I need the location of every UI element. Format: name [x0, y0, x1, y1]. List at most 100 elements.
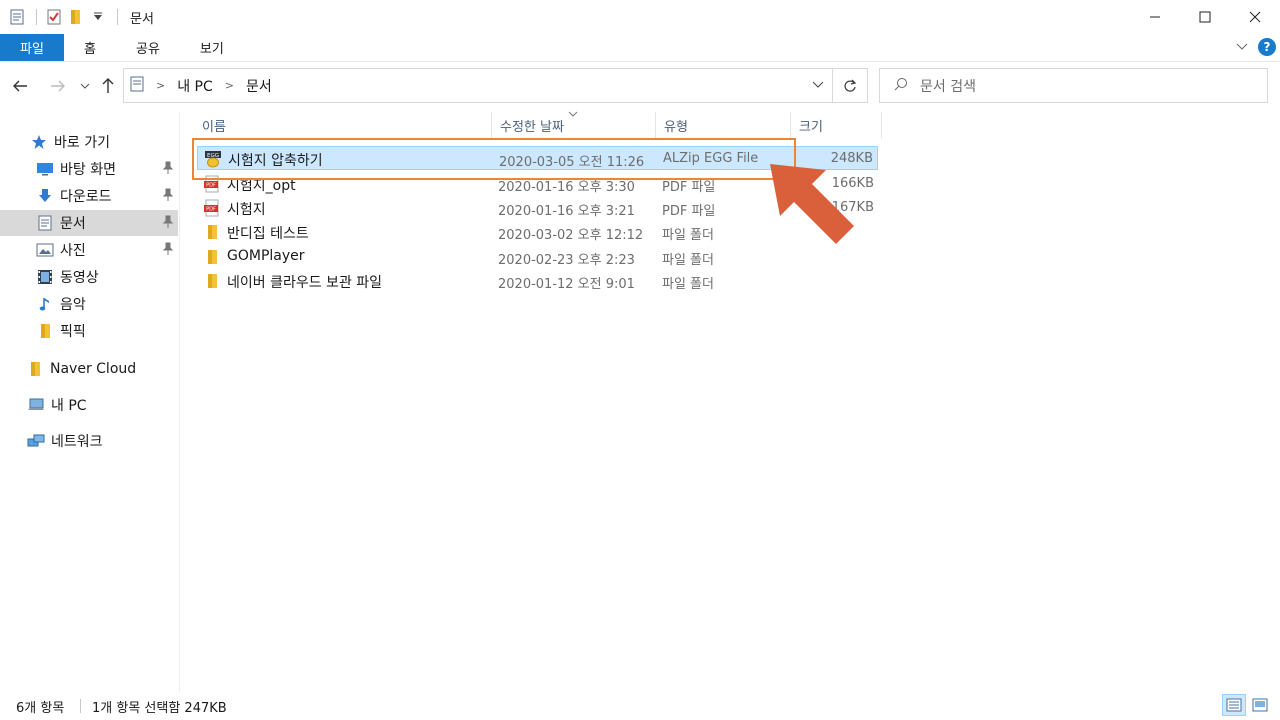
sidebar-item-this-pc[interactable]: 내 PC	[0, 392, 178, 418]
close-button[interactable]	[1230, 0, 1280, 34]
pointer-arrow	[766, 160, 858, 256]
divider	[80, 699, 81, 713]
customize-toolbar-icon[interactable]	[89, 8, 107, 26]
address-bar[interactable]: > 내 PC > 문서	[123, 68, 833, 103]
navigation-bar: > 내 PC > 문서 문서 검색	[0, 68, 1280, 104]
window-controls	[1130, 0, 1280, 34]
file-name: 네이버 클라우드 보관 파일	[227, 275, 383, 291]
selection-info: 1개 항목 선택함 247KB	[92, 700, 227, 716]
properties-icon[interactable]	[45, 8, 63, 26]
download-icon	[36, 187, 54, 205]
sidebar-item-label: 바탕 화면	[60, 162, 116, 178]
sidebar-item-music[interactable]: 음악	[0, 291, 178, 317]
chevron-right-icon[interactable]: >	[219, 79, 240, 92]
sidebar-item-label: 음악	[60, 297, 86, 313]
computer-icon	[27, 396, 45, 414]
divider	[36, 9, 37, 25]
network-icon	[27, 432, 45, 450]
column-header-date[interactable]: 수정한 날짜	[492, 111, 656, 138]
sidebar-item-label: 동영상	[60, 270, 99, 286]
tab-file[interactable]: 파일	[0, 34, 64, 61]
pictures-icon	[36, 241, 54, 259]
column-header-name[interactable]: 이름	[194, 112, 492, 138]
folder-icon	[203, 223, 221, 241]
search-icon	[894, 77, 908, 95]
details-view-button[interactable]	[1222, 694, 1246, 716]
status-bar: 6개 항목 1개 항목 선택함 247KB	[0, 692, 1280, 720]
breadcrumb-this-pc[interactable]: 내 PC	[177, 76, 213, 96]
tab-view[interactable]: 보기	[180, 34, 244, 61]
refresh-button[interactable]	[833, 68, 868, 103]
pdf-icon: PDF	[203, 199, 221, 217]
sidebar-item-picpick[interactable]: 픽픽	[0, 318, 178, 344]
view-switcher	[1222, 694, 1272, 716]
sidebar-item-label: 바로 가기	[54, 135, 110, 151]
forward-button[interactable]	[46, 74, 70, 98]
file-row[interactable]: 네이버 클라우드 보관 파일 2020-01-12 오전 9:01 파일 폴더	[197, 269, 878, 293]
navigation-pane: 바로 가기 바탕 화면 다운로드 문서 사진 동영상 음악 픽픽 Naver C…	[0, 112, 180, 692]
file-type: PDF 파일	[662, 204, 716, 219]
sidebar-item-label: 네트워크	[51, 434, 103, 450]
ribbon-tabs: 파일 홈 공유 보기 ?	[0, 34, 1280, 62]
documents-icon	[36, 214, 54, 232]
sidebar-item-label: 문서	[60, 216, 86, 232]
file-name: 시험지	[227, 202, 266, 218]
desktop-icon	[36, 160, 54, 178]
file-date: 2020-01-12 오전 9:01	[498, 277, 635, 292]
document-app-icon[interactable]	[8, 8, 26, 26]
file-type: 파일 폴더	[662, 253, 714, 268]
chevron-right-icon[interactable]: >	[150, 79, 171, 92]
new-folder-icon[interactable]	[67, 8, 85, 26]
help-icon[interactable]: ?	[1258, 38, 1276, 56]
item-count: 6개 항목	[16, 700, 65, 716]
divider	[117, 9, 118, 25]
minimize-button[interactable]	[1130, 0, 1180, 34]
star-icon	[30, 133, 48, 151]
file-type: 파일 폴더	[662, 277, 714, 292]
recent-locations-button[interactable]	[73, 74, 97, 98]
sidebar-item-label: 다운로드	[60, 189, 112, 205]
svg-text:PDF: PDF	[206, 183, 216, 189]
file-name: 반디집 테스트	[227, 226, 309, 242]
tab-home[interactable]: 홈	[64, 34, 116, 61]
maximize-button[interactable]	[1180, 0, 1230, 34]
column-header-type[interactable]: 유형	[656, 112, 791, 138]
sidebar-item-desktop[interactable]: 바탕 화면	[0, 156, 178, 182]
sidebar-item-label: 내 PC	[51, 398, 87, 414]
svg-text:PDF: PDF	[206, 207, 216, 213]
file-date: 2020-01-16 오후 3:21	[498, 204, 635, 219]
sidebar-item-network[interactable]: 네트워크	[0, 428, 178, 454]
search-placeholder: 문서 검색	[920, 78, 976, 95]
sidebar-item-pictures[interactable]: 사진	[0, 237, 178, 263]
breadcrumb-documents[interactable]: 문서	[246, 76, 272, 96]
sidebar-item-documents[interactable]: 문서	[0, 210, 178, 236]
large-icons-view-button[interactable]	[1248, 694, 1272, 716]
videos-icon	[36, 268, 54, 286]
sidebar-item-downloads[interactable]: 다운로드	[0, 183, 178, 209]
search-input[interactable]: 문서 검색	[879, 68, 1268, 103]
sidebar-item-label: 픽픽	[60, 324, 86, 340]
up-button[interactable]	[96, 74, 120, 98]
column-header-size[interactable]: 크기	[791, 112, 882, 138]
pin-icon[interactable]	[162, 242, 174, 260]
folder-icon	[36, 322, 54, 340]
music-icon	[36, 295, 54, 313]
file-type: 파일 폴더	[662, 228, 714, 243]
pin-icon[interactable]	[162, 188, 174, 206]
sidebar-item-label: Naver Cloud	[50, 361, 137, 377]
tab-share[interactable]: 공유	[116, 34, 180, 61]
file-name: GOMPlayer	[227, 248, 305, 264]
folder-icon	[26, 360, 44, 378]
pin-icon[interactable]	[162, 161, 174, 179]
column-header-date-label: 수정한 날짜	[500, 119, 564, 135]
sidebar-item-quick-access[interactable]: 바로 가기	[0, 129, 178, 155]
expand-ribbon-icon[interactable]	[1236, 40, 1248, 55]
sidebar-item-naver-cloud[interactable]: Naver Cloud	[0, 356, 178, 382]
folder-icon	[203, 248, 221, 266]
chevron-down-icon[interactable]	[812, 78, 824, 93]
pin-icon[interactable]	[162, 215, 174, 233]
file-date: 2020-03-02 오후 12:12	[498, 228, 644, 243]
back-button[interactable]	[8, 74, 32, 98]
sidebar-item-videos[interactable]: 동영상	[0, 264, 178, 290]
ribbon-controls: ?	[1236, 38, 1276, 56]
